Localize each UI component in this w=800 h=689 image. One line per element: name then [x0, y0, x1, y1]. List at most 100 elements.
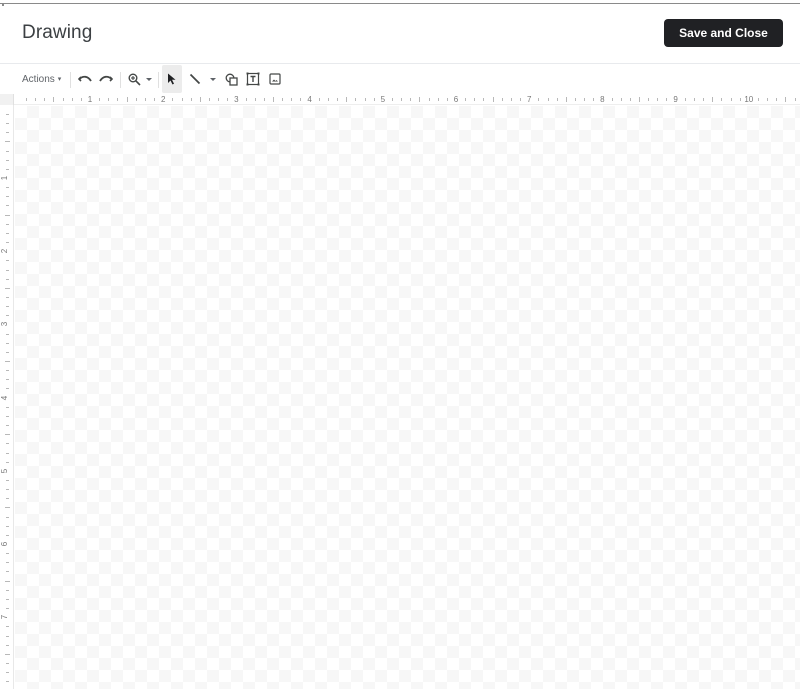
chevron-down-icon	[209, 77, 216, 81]
chevron-down-icon	[146, 77, 152, 81]
ruler-label: 7	[0, 614, 10, 620]
ruler-label: 10	[744, 95, 754, 104]
ruler-label: 4	[307, 95, 312, 104]
ruler-tick	[428, 98, 430, 101]
ruler-label: 2	[160, 95, 166, 104]
ruler-label: 9	[673, 95, 678, 104]
ruler-tick	[53, 97, 55, 102]
toolbar-divider	[70, 72, 71, 88]
ruler-tick	[6, 232, 9, 234]
ruler-tick	[6, 415, 9, 417]
ruler-tick	[776, 98, 778, 101]
ruler-tick	[465, 98, 467, 101]
ruler-tick	[6, 370, 9, 372]
actions-label: Actions	[22, 73, 55, 85]
ruler-tick	[6, 351, 9, 353]
shape-icon	[225, 73, 238, 86]
zoom-button[interactable]	[126, 65, 154, 93]
ruler-tick	[5, 580, 10, 582]
ruler-label: 3	[0, 322, 10, 327]
ruler-tick	[327, 98, 329, 101]
line-tool-button[interactable]	[186, 65, 218, 93]
ruler-tick	[538, 98, 540, 101]
ruler-tick	[355, 98, 357, 101]
ruler-tick	[245, 98, 247, 101]
ruler-tick	[565, 97, 567, 102]
text-box-button[interactable]	[244, 65, 262, 93]
ruler-tick	[273, 97, 274, 102]
ruler-label: 6	[0, 541, 10, 547]
ruler-tick	[6, 159, 9, 161]
ruler-tick	[6, 562, 9, 564]
undo-button[interactable]	[75, 65, 95, 93]
shape-tool-button[interactable]	[222, 65, 240, 93]
undo-icon	[78, 75, 92, 82]
ruler-tick	[474, 98, 476, 101]
ruler-tick	[6, 672, 9, 674]
ruler-tick	[520, 98, 522, 101]
redo-button[interactable]	[96, 65, 116, 93]
ruler-tick	[6, 388, 9, 390]
ruler-tick	[6, 443, 9, 445]
ruler-tick	[547, 98, 549, 101]
ruler-tick	[6, 589, 9, 591]
select-tool-button[interactable]	[162, 65, 182, 93]
ruler-tick	[6, 132, 9, 134]
ruler-label: 3	[234, 95, 239, 104]
ruler-tick	[5, 653, 10, 655]
ruler-tick	[437, 98, 439, 101]
ruler-tick	[300, 98, 302, 101]
drawing-canvas[interactable]	[15, 106, 800, 689]
ruler-tick	[5, 361, 10, 362]
ruler-tick	[657, 98, 659, 101]
ruler-tick	[126, 97, 128, 102]
ruler-tick	[190, 98, 192, 101]
ruler-tick	[117, 98, 119, 101]
ruler-tick	[757, 98, 759, 101]
ruler-tick	[6, 187, 9, 189]
ruler-tick	[6, 489, 9, 491]
ruler-tick	[254, 98, 256, 101]
ruler-tick	[6, 598, 9, 600]
ruler-tick	[6, 168, 9, 170]
ruler-tick	[492, 97, 494, 102]
ruler-tick	[6, 223, 9, 225]
ruler-tick	[401, 98, 403, 101]
ruler-tick	[6, 379, 9, 381]
ruler-tick	[6, 205, 9, 207]
ruler-tick	[5, 287, 10, 289]
ruler-tick	[62, 98, 64, 101]
ruler-tick	[794, 98, 796, 101]
ruler-tick	[71, 98, 73, 101]
ruler-label: 6	[453, 95, 459, 104]
ruler-tick	[5, 214, 10, 216]
ruler-tick	[648, 98, 650, 101]
ruler-tick	[6, 635, 9, 637]
ruler-tick	[6, 269, 9, 271]
dialog-header: Drawing Save and Close	[0, 4, 800, 64]
ruler-tick	[739, 98, 741, 101]
ruler-tick	[6, 571, 9, 573]
ruler-tick	[501, 98, 503, 101]
actions-menu-button[interactable]: Actions ▾	[22, 65, 61, 93]
zoom-in-icon	[128, 73, 141, 86]
ruler-tick	[6, 306, 9, 308]
ruler-tick	[6, 626, 9, 628]
ruler-tick	[556, 98, 558, 101]
ruler-tick	[703, 98, 705, 101]
ruler-tick	[584, 98, 586, 101]
ruler-tick	[318, 98, 320, 101]
save-and-close-button[interactable]: Save and Close	[664, 19, 783, 47]
ruler-tick	[666, 98, 668, 101]
ruler-tick	[154, 98, 156, 101]
ruler-tick	[6, 662, 9, 664]
ruler-tick	[684, 98, 686, 101]
ruler-tick	[6, 278, 9, 280]
chevron-down-icon: ▾	[57, 76, 62, 83]
insert-image-button[interactable]	[266, 65, 284, 93]
ruler-tick	[263, 98, 265, 101]
ruler-label: 4	[0, 395, 10, 400]
ruler-tick	[620, 98, 622, 101]
ruler-tick	[218, 98, 220, 101]
ruler-tick	[6, 525, 9, 527]
